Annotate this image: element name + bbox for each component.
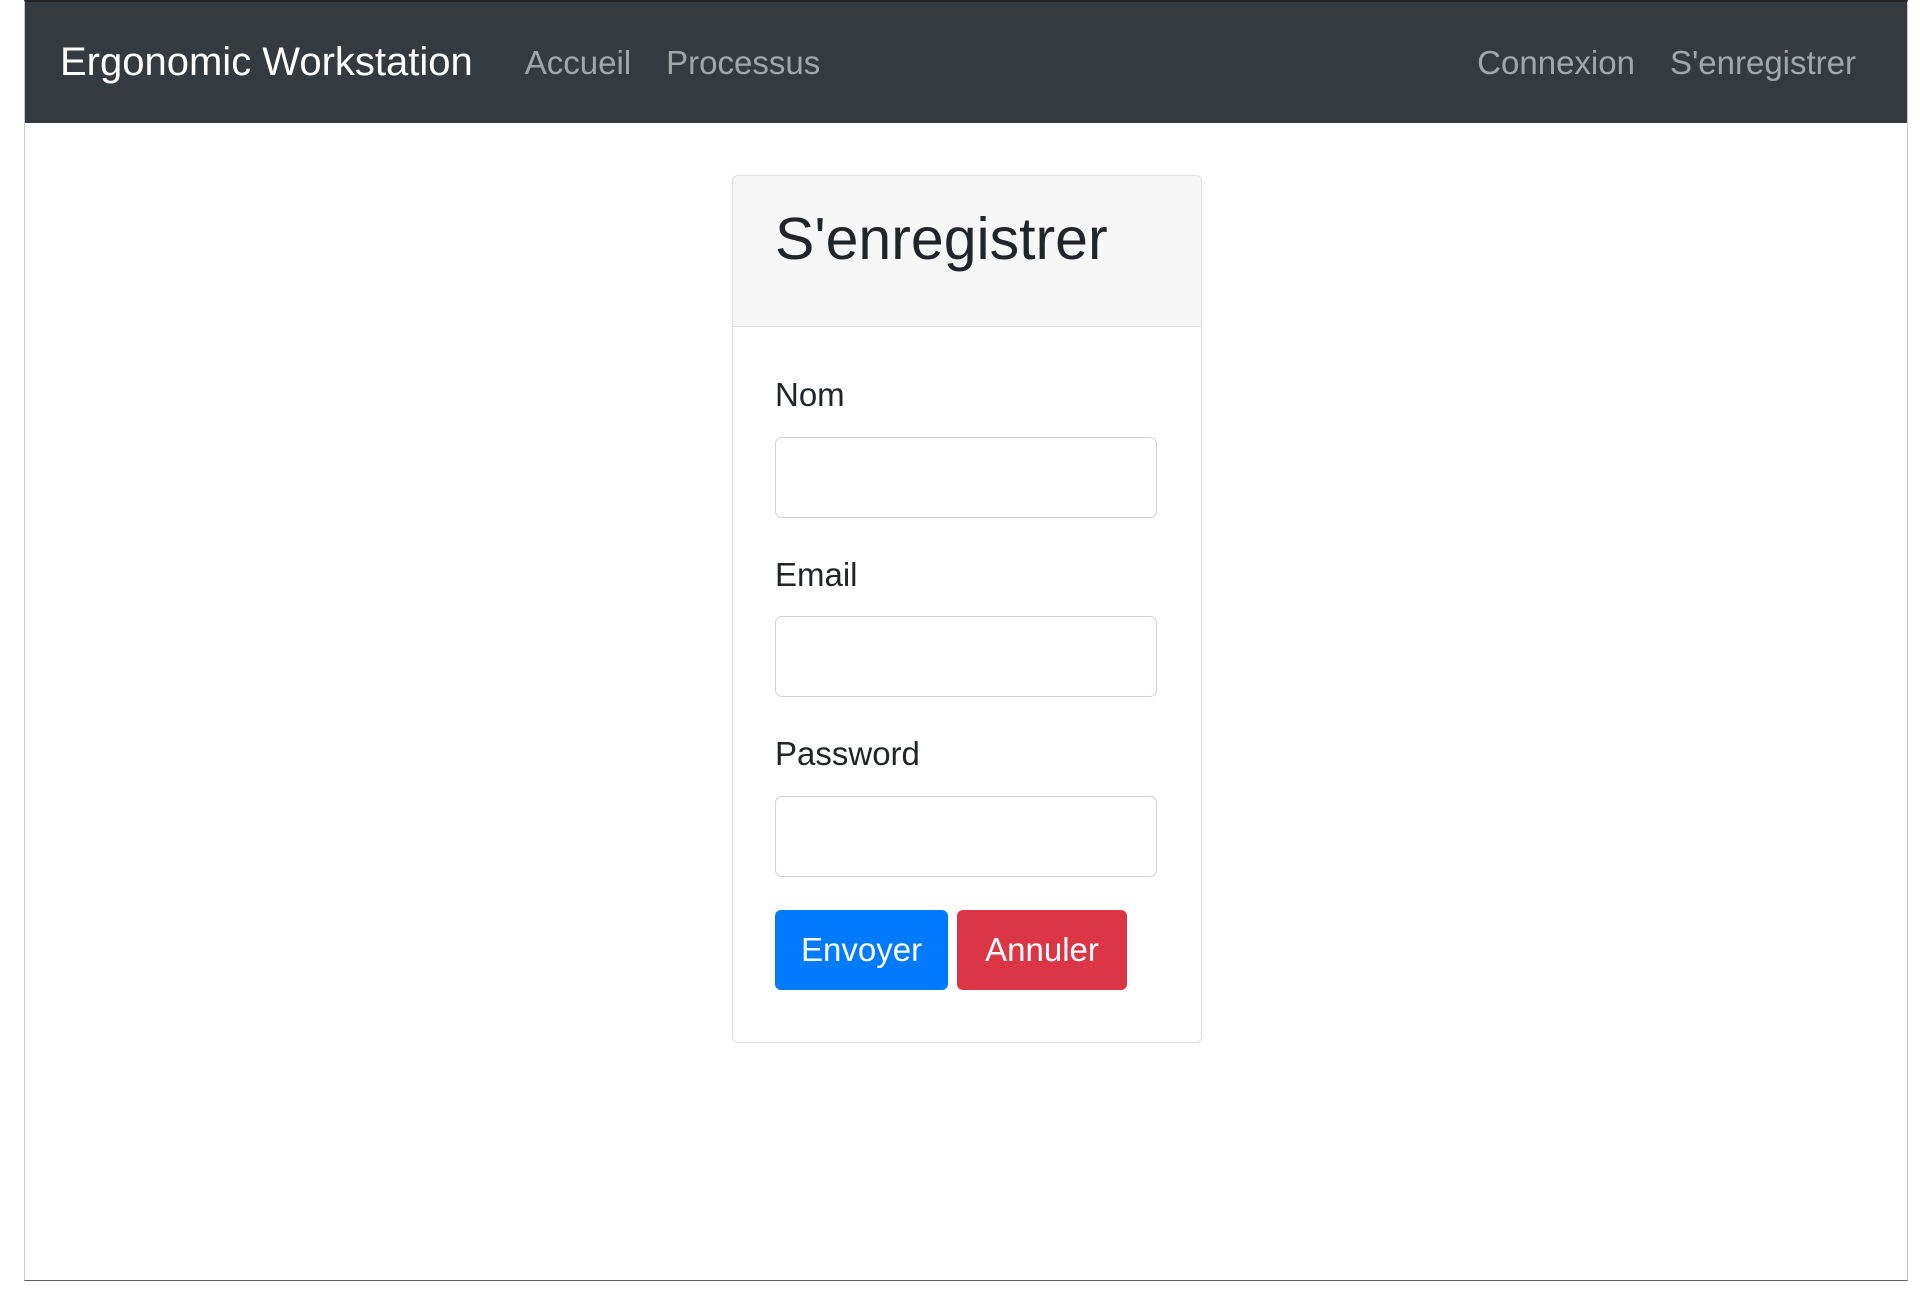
card-header: S'enregistrer	[733, 176, 1201, 327]
brand-link[interactable]: Ergonomic Workstation	[60, 40, 473, 85]
nav-left-group: Accueil Processus	[525, 44, 855, 82]
password-label: Password	[775, 735, 920, 773]
password-input[interactable]	[775, 795, 1157, 877]
email-input[interactable]	[775, 616, 1157, 698]
password-group: Password	[775, 734, 1159, 877]
cancel-button[interactable]: Annuler	[957, 909, 1127, 990]
form-actions: Envoyer Annuler	[775, 909, 1159, 990]
email-group: Email	[775, 555, 1159, 698]
top-navbar: Ergonomic Workstation Accueil Processus …	[25, 2, 1907, 123]
nav-link-connexion[interactable]: Connexion	[1477, 44, 1635, 82]
submit-button[interactable]: Envoyer	[775, 909, 948, 990]
name-input[interactable]	[775, 436, 1157, 518]
nav-right-group: Connexion S'enregistrer	[1477, 44, 1856, 82]
register-form: Nom Email Password Envoyer Annuler	[733, 327, 1201, 990]
browser-viewport: Ergonomic Workstation Accueil Processus …	[24, 0, 1908, 1281]
nav-link-accueil[interactable]: Accueil	[525, 44, 631, 82]
email-label: Email	[775, 555, 858, 593]
page-title: S'enregistrer	[775, 206, 1108, 272]
name-label: Nom	[775, 376, 845, 413]
name-group: Nom	[775, 375, 1159, 518]
nav-link-processus[interactable]: Processus	[666, 44, 820, 82]
register-card: S'enregistrer Nom Email Password Envoyer…	[732, 175, 1202, 1043]
nav-link-register[interactable]: S'enregistrer	[1670, 44, 1856, 82]
